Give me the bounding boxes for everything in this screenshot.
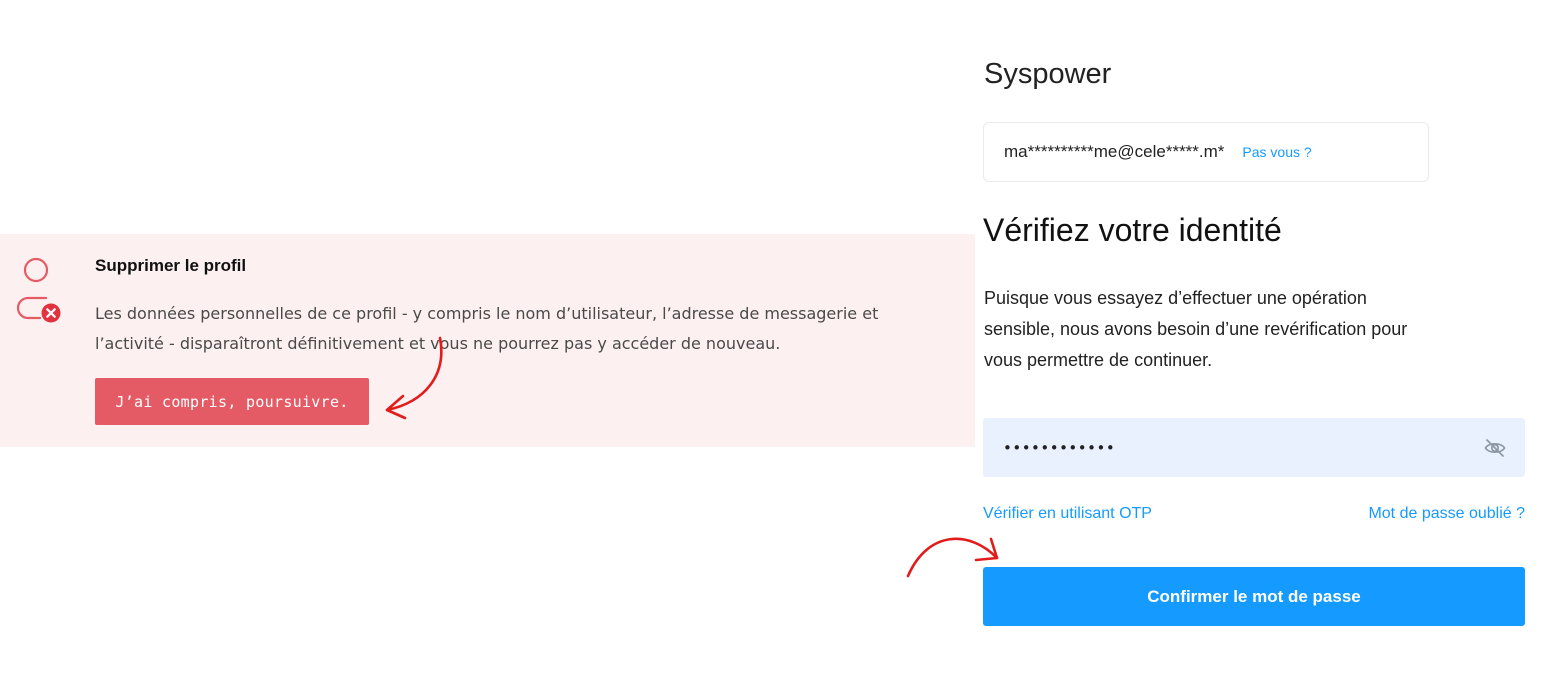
confirm-delete-button[interactable]: J’ai compris, poursuivre.: [95, 378, 369, 425]
forgot-password-link[interactable]: Mot de passe oublié ?: [1368, 505, 1525, 523]
delete-profile-description: Les données personnelles de ce profil - …: [95, 299, 975, 359]
verify-description: Puisque vous essayez d’effectuer une opé…: [984, 283, 1541, 376]
organization-name: Syspower: [984, 58, 1112, 90]
not-you-link[interactable]: Pas vous ?: [1242, 144, 1311, 160]
verify-otp-link[interactable]: Vérifier en utilisant OTP: [983, 505, 1152, 523]
verify-description-line-3: vous permettre de continuer.: [984, 350, 1213, 370]
password-field[interactable]: [983, 418, 1525, 477]
page-title: Vérifiez votre identité: [983, 212, 1282, 248]
confirm-password-button[interactable]: Confirmer le mot de passe: [983, 567, 1525, 626]
verify-description-line-1: Puisque vous essayez d’effectuer une opé…: [984, 288, 1367, 308]
masked-email: ma**********me@cele*****.m*: [1004, 142, 1225, 161]
delete-description-line-2: l’activité - disparaîtront définitivemen…: [95, 334, 781, 353]
account-box: ma**********me@cele*****.m* Pas vous ?: [983, 122, 1429, 182]
verify-description-line-2: sensible, nous avons besoin d’une revéri…: [984, 319, 1408, 339]
delete-profile-title: Supprimer le profil: [95, 256, 247, 275]
eye-off-icon[interactable]: [1483, 436, 1507, 460]
delete-description-line-1: Les données personnelles de ce profil - …: [95, 304, 879, 323]
password-input[interactable]: [1003, 432, 1483, 463]
user-remove-icon: [16, 257, 61, 323]
